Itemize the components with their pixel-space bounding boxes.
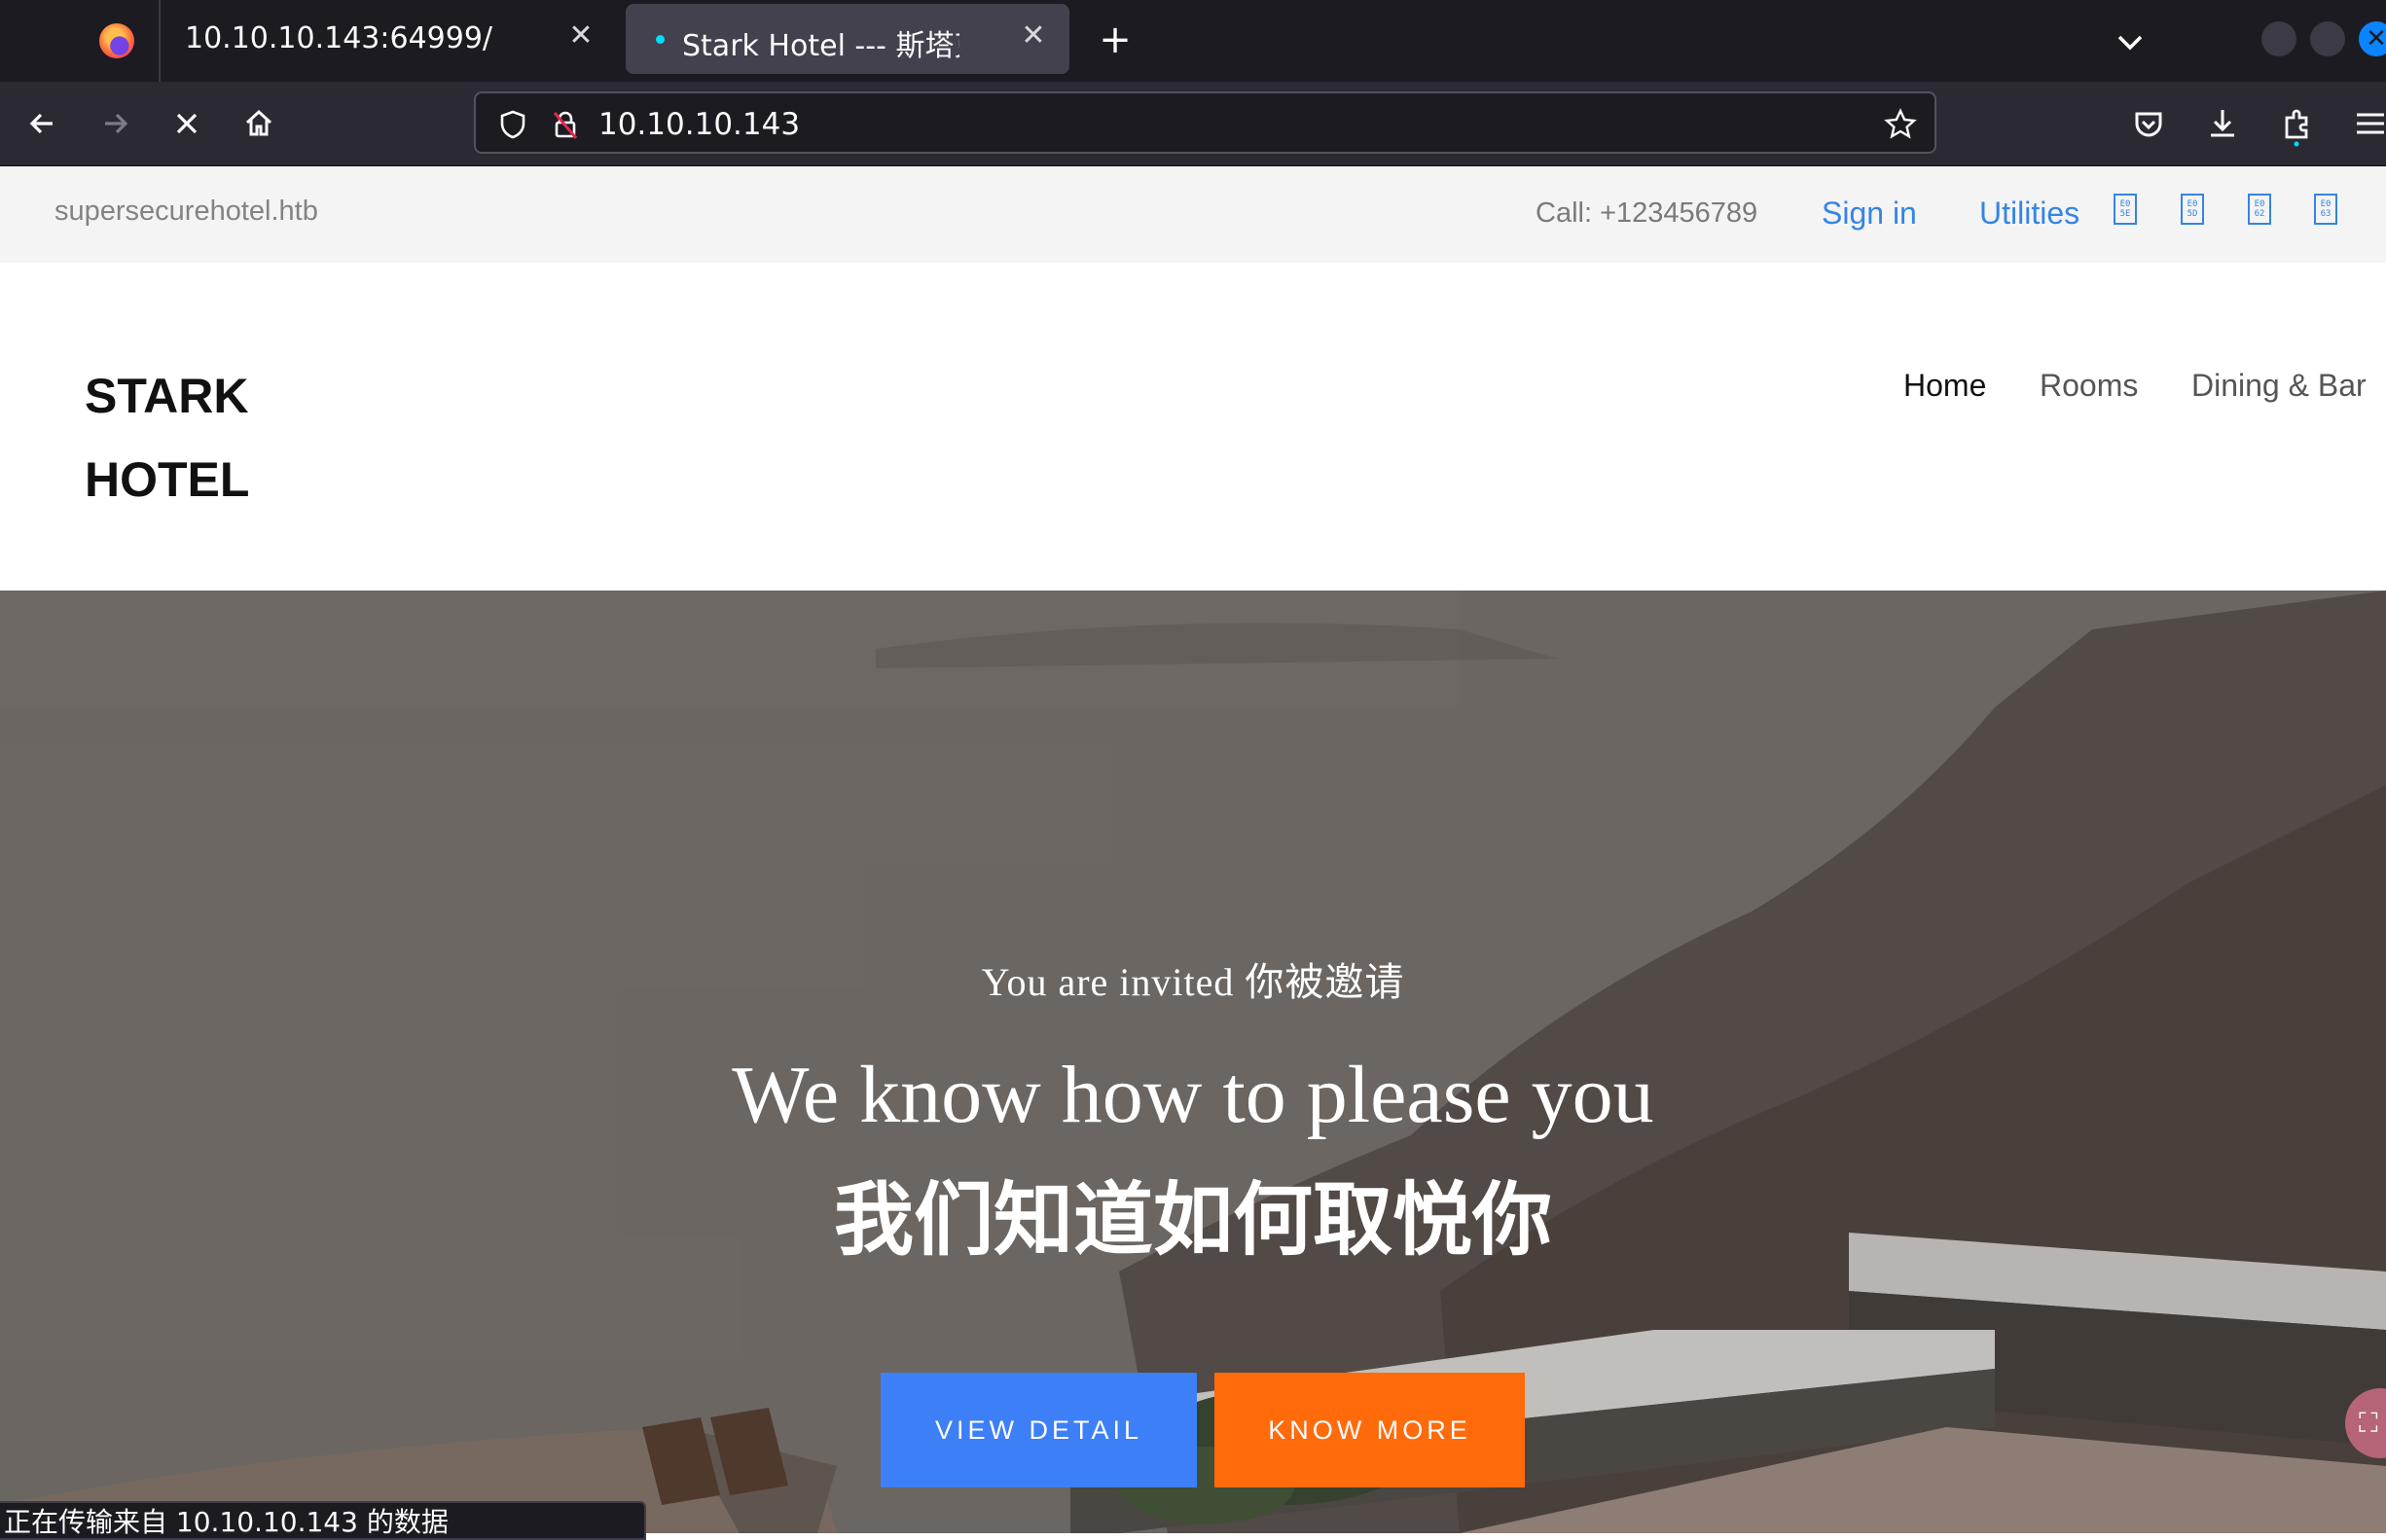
site-logo[interactable]: STARK HOTEL <box>85 354 249 521</box>
stop-loading-button[interactable] <box>163 100 210 147</box>
social-icon-missing-glyph[interactable]: E0 5E <box>2114 194 2137 225</box>
shield-icon[interactable] <box>495 107 530 142</box>
extensions-icon[interactable] <box>2273 100 2320 147</box>
social-icon-missing-glyph[interactable]: E0 5D <box>2181 194 2204 225</box>
sign-in-link[interactable]: Sign in <box>1822 196 1917 232</box>
hero-headline-zh: 我们知道如何取悦你 <box>833 1174 1552 1267</box>
browser-nav-bar: 10.10.10.143 <box>0 82 2386 166</box>
site-topbar: supersecurehotel.htb Call: +123456789 Si… <box>0 166 2386 263</box>
browser-tab-bar: 10.10.10.143:64999/ ✕ Stark Hotel --- 斯塔… <box>0 0 2386 82</box>
minimize-button[interactable] <box>2261 21 2296 56</box>
browser-status-bar: 正在传输来自 10.10.10.143 的数据 <box>0 1501 646 1540</box>
social-icon-missing-glyph[interactable]: E0 63 <box>2314 194 2337 225</box>
hamburger-menu-icon[interactable] <box>2347 100 2386 147</box>
firefox-icon[interactable] <box>99 23 134 58</box>
nav-home[interactable]: Home <box>1903 368 1986 404</box>
phone-number: Call: +123456789 <box>1536 197 1758 229</box>
nav-dining-bar[interactable]: Dining & Bar <box>2191 368 2367 404</box>
back-button[interactable] <box>19 100 66 147</box>
hero-subtitle: You are invited 你被邀请 <box>981 960 1405 1004</box>
tab-2-active[interactable]: Stark Hotel --- 斯塔克酒店 ✕ <box>626 4 1069 74</box>
forward-button[interactable] <box>91 100 138 147</box>
hero-section: You are invited 你被邀请 We know how to plea… <box>0 591 2386 1533</box>
hero-headline-en: We know how to please you <box>732 1050 1654 1140</box>
tab-divider <box>159 0 161 82</box>
utilities-link[interactable]: Utilities <box>1979 196 2079 232</box>
logo-line-2: HOTEL <box>85 452 250 507</box>
view-detail-button[interactable]: VIEW DETAIL <box>881 1373 1197 1487</box>
close-icon[interactable]: ✕ <box>562 18 599 54</box>
social-icon-missing-glyph[interactable]: E0 62 <box>2248 194 2271 225</box>
loading-indicator-icon <box>656 35 665 44</box>
downloads-icon[interactable] <box>2199 100 2246 147</box>
web-page: supersecurehotel.htb Call: +123456789 Si… <box>0 166 2386 1533</box>
close-icon[interactable]: ✕ <box>1015 18 1052 54</box>
tab-1[interactable]: 10.10.10.143:64999/ ✕ <box>163 0 611 82</box>
url-text[interactable]: 10.10.10.143 <box>598 107 800 142</box>
window-close-button[interactable]: ✕ <box>2359 21 2386 56</box>
maximize-button[interactable] <box>2310 21 2345 56</box>
site-header: STARK HOTEL Home Rooms Dining & Bar <box>0 263 2386 591</box>
url-bar[interactable]: 10.10.10.143 <box>474 91 1936 154</box>
pocket-icon[interactable] <box>2125 100 2172 147</box>
site-domain: supersecurehotel.htb <box>54 196 318 227</box>
tab-title: Stark Hotel --- 斯塔克酒店 <box>682 29 959 63</box>
chevron-down-icon[interactable] <box>2106 18 2154 66</box>
logo-line-1: STARK <box>85 369 249 423</box>
tab-title: 10.10.10.143:64999/ <box>185 21 493 55</box>
bookmark-star-icon[interactable] <box>1883 107 1918 142</box>
know-more-button[interactable]: KNOW MORE <box>1214 1373 1525 1487</box>
insecure-lock-icon[interactable] <box>548 107 583 142</box>
new-tab-button[interactable]: + <box>1090 16 1140 66</box>
home-button[interactable] <box>235 100 282 147</box>
nav-rooms[interactable]: Rooms <box>2040 368 2138 404</box>
